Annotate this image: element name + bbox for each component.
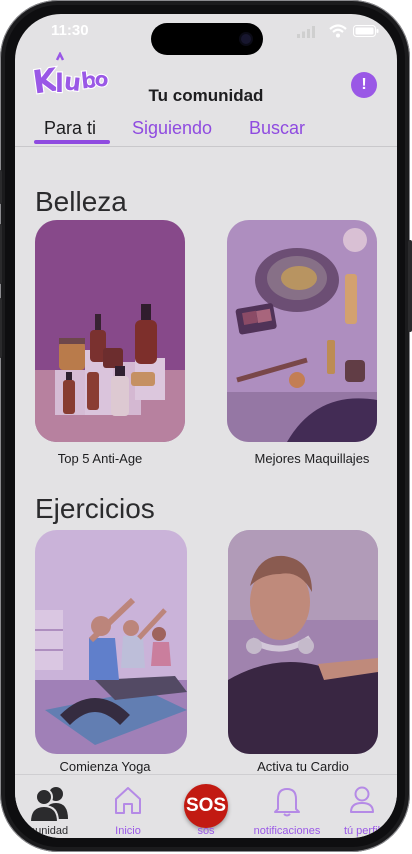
card-image-makeup [227,220,377,442]
tab-para-ti[interactable]: Para ti [44,118,96,139]
nav-profile-label: tú perfil [343,825,381,837]
section-title-belleza: Belleza [35,186,127,217]
phone-frame: 11:30 K l u b o Tu comunidad ! Para ti S… [0,0,412,852]
nav-community[interactable]: omunidad [15,775,85,838]
sos-button[interactable]: SOS [184,784,228,828]
bottom-navigation: omunidad Inicio SOS sos notificaciones t… [15,774,397,838]
card-image-cosmetics [35,220,185,442]
active-tab-indicator [34,140,110,144]
profile-icon [350,786,374,813]
card-label-yoga: Comienza Yoga [59,759,151,774]
volume-down-button [0,298,2,358]
front-camera-icon [241,34,251,44]
status-time: 11:30 [51,22,89,39]
nav-notifications-label: notificaciones [253,825,321,837]
nav-community-label: omunidad [19,825,69,837]
community-icon [30,787,68,823]
app-screen: 11:30 K l u b o Tu comunidad ! Para ti S… [15,14,397,838]
nav-notifications[interactable]: notificaciones [247,775,327,838]
card-label-anti-age: Top 5 Anti-Age [57,451,143,466]
tab-divider [15,146,397,147]
action-button [0,170,2,204]
tab-buscar[interactable]: Buscar [249,118,305,139]
card-cardio[interactable] [228,530,378,754]
volume-up-button [0,224,2,284]
page-title: Tu comunidad [148,86,264,105]
card-image-cardio [228,530,378,754]
bell-icon [274,788,300,817]
dynamic-island [151,23,263,55]
nav-home-label: Inicio [115,825,141,837]
nav-profile[interactable]: tú perfil [327,775,397,838]
nav-home[interactable]: Inicio [93,775,163,838]
cellular-signal-icon [297,26,315,38]
card-label-cardio: Activa tu Cardio [257,759,349,774]
section-title-ejercicios: Ejercicios [35,493,155,524]
card-yoga[interactable] [35,530,187,754]
power-button [408,240,412,332]
home-icon [115,787,141,814]
card-maquillajes[interactable] [227,220,377,442]
alert-button[interactable]: ! [351,72,377,98]
card-label-maquillajes: Mejores Maquillajes [254,451,370,466]
tab-siguiendo[interactable]: Siguiendo [132,118,212,139]
battery-icon [353,25,379,37]
sos-label: sos [197,825,215,837]
card-image-yoga [35,530,187,754]
wifi-icon [329,24,347,38]
card-anti-age[interactable] [35,220,185,442]
